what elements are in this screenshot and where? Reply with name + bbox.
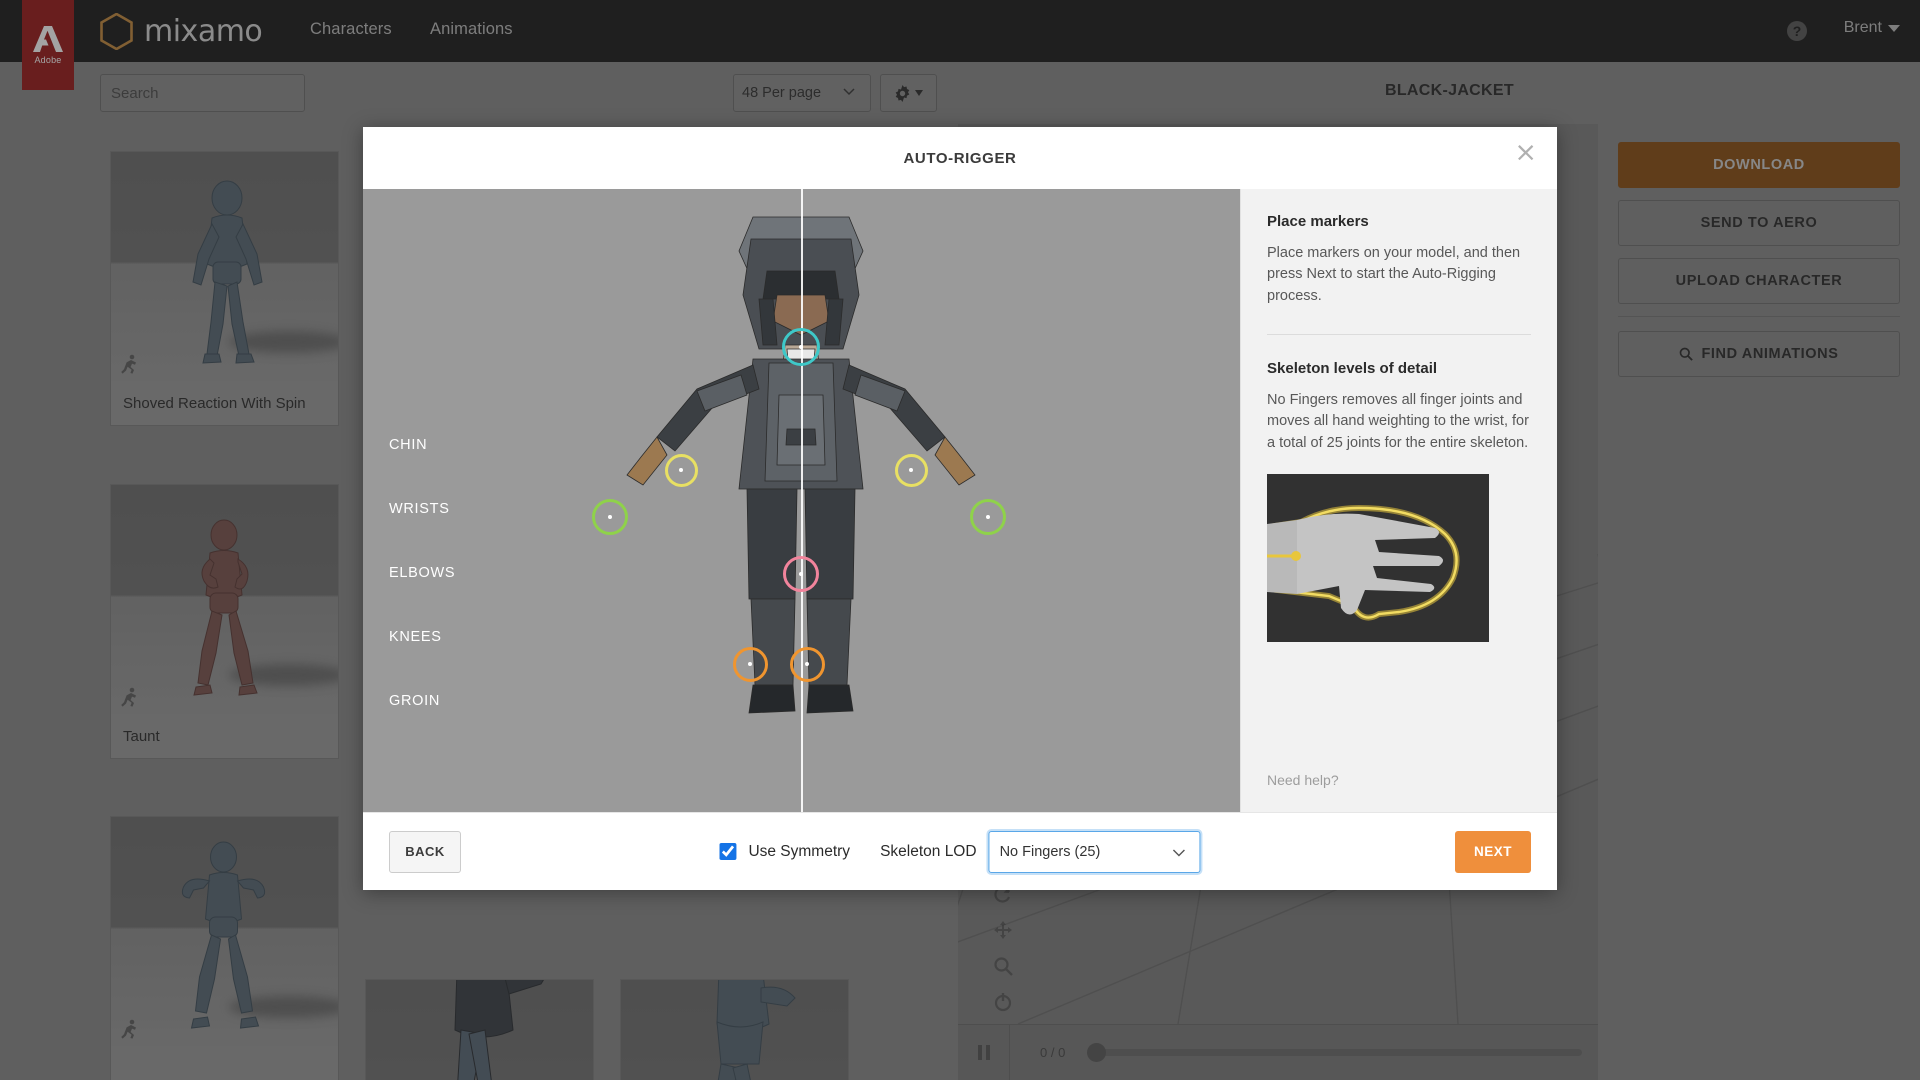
marker-knee-right[interactable] (789, 646, 825, 682)
modal-body: CHIN WRISTS ELBOWS KNEES GROIN Place mar… (363, 189, 1557, 812)
marker-label-groin: GROIN (389, 693, 441, 709)
instructions-heading: Place markers (1267, 213, 1369, 230)
footer-controls: Use Symmetry Skeleton LOD No Fingers (25… (719, 830, 1201, 873)
marker-wrist-right[interactable] (970, 499, 1006, 535)
marker-center-dot (799, 572, 803, 576)
marker-knee-left[interactable] (732, 646, 768, 682)
marker-center-dot (805, 662, 809, 666)
rigging-stage[interactable]: CHIN WRISTS ELBOWS KNEES GROIN (363, 189, 1240, 812)
marker-center-dot (986, 515, 990, 519)
section-divider (1267, 333, 1531, 335)
auto-rigger-modal: AUTO-RIGGER × CHIN WRISTS ELBOWS KNEES G… (363, 127, 1557, 890)
modal-footer: BACK Use Symmetry Skeleton LOD No Finger… (363, 812, 1557, 890)
marker-elbow-right[interactable] (894, 453, 928, 487)
hand-illustration-svg (1267, 473, 1489, 642)
symmetry-guide-line (801, 189, 803, 812)
modal-header: AUTO-RIGGER × (363, 127, 1557, 189)
marker-label-chin: CHIN (389, 437, 428, 453)
next-button[interactable]: NEXT (1455, 830, 1531, 873)
marker-center-dot (679, 468, 683, 472)
use-symmetry-label[interactable]: Use Symmetry (748, 843, 850, 861)
marker-label-elbows: ELBOWS (389, 565, 456, 581)
hand-no-fingers-illustration (1267, 473, 1489, 642)
marker-elbow-left[interactable] (664, 453, 698, 487)
marker-chin[interactable] (782, 328, 820, 366)
modal-title: AUTO-RIGGER (903, 149, 1017, 167)
marker-label-wrists: WRISTS (389, 501, 450, 517)
marker-center-dot (909, 468, 913, 472)
marker-groin[interactable] (783, 556, 819, 592)
need-help-link[interactable]: Need help? (1267, 772, 1339, 788)
marker-center-dot (748, 662, 752, 666)
skeleton-lod-select[interactable]: No Fingers (25) (988, 830, 1201, 873)
lod-body: No Fingers removes all finger joints and… (1267, 391, 1529, 451)
rigging-instructions-panel: Place markers Place markers on your mode… (1240, 189, 1557, 812)
skeleton-lod-label: Skeleton LOD (880, 842, 977, 860)
marker-center-dot (799, 345, 803, 349)
back-button[interactable]: BACK (389, 830, 461, 873)
marker-wrist-left[interactable] (592, 499, 628, 535)
close-icon[interactable]: × (1514, 139, 1537, 166)
marker-label-knees: KNEES (389, 629, 442, 645)
marker-center-dot (608, 515, 612, 519)
use-symmetry-checkbox[interactable] (719, 843, 737, 860)
instructions-body: Place markers on your model, and then pr… (1267, 245, 1521, 304)
lod-heading: Skeleton levels of detail (1267, 359, 1438, 377)
